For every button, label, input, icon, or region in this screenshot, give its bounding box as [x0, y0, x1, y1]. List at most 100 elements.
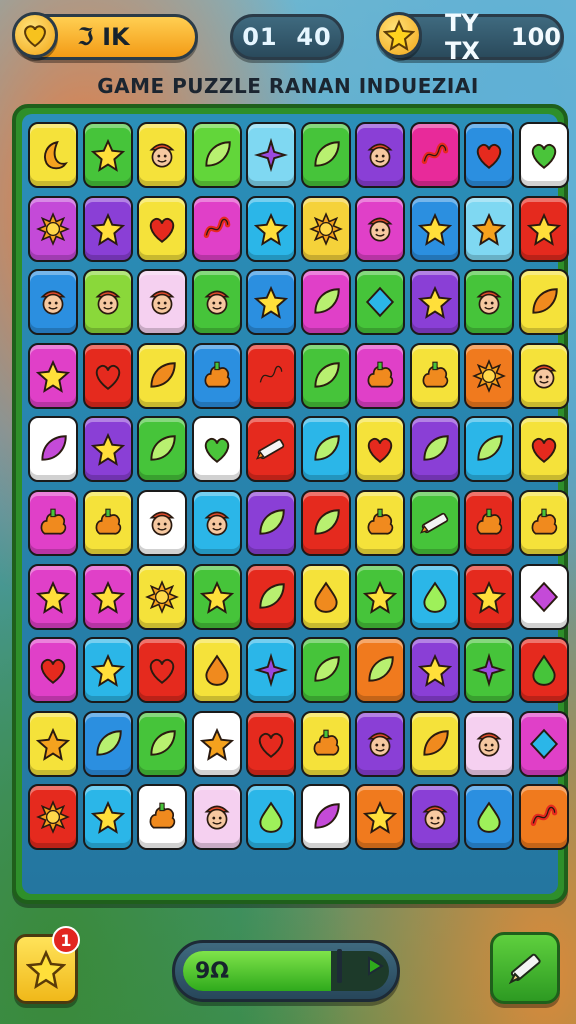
- puzzle-tile[interactable]: [191, 710, 242, 777]
- puzzle-tile[interactable]: [300, 122, 351, 188]
- puzzle-tile[interactable]: [28, 710, 78, 777]
- puzzle-tile[interactable]: [409, 784, 460, 851]
- puzzle-tile[interactable]: [518, 195, 569, 262]
- puzzle-tile[interactable]: [191, 195, 242, 262]
- puzzle-tile[interactable]: [518, 637, 569, 704]
- puzzle-tile[interactable]: [464, 710, 514, 777]
- puzzle-tile[interactable]: [191, 269, 242, 336]
- puzzle-tile[interactable]: [300, 416, 351, 483]
- puzzle-tile[interactable]: [82, 563, 133, 630]
- puzzle-tile[interactable]: [300, 784, 351, 851]
- puzzle-tile[interactable]: [355, 195, 405, 262]
- puzzle-tile[interactable]: [28, 637, 78, 704]
- puzzle-tile[interactable]: [28, 195, 78, 262]
- puzzle-tile[interactable]: [464, 490, 514, 556]
- puzzle-tile[interactable]: [464, 269, 514, 336]
- puzzle-tile[interactable]: [300, 637, 351, 704]
- puzzle-tile[interactable]: [191, 563, 242, 630]
- puzzle-tile[interactable]: [82, 342, 133, 409]
- puzzle-tile[interactable]: [246, 416, 296, 483]
- puzzle-tile[interactable]: [409, 637, 460, 704]
- puzzle-tile[interactable]: [28, 416, 78, 483]
- puzzle-tile[interactable]: [355, 710, 405, 777]
- puzzle-tile[interactable]: [409, 563, 460, 630]
- puzzle-tile[interactable]: [300, 710, 351, 777]
- puzzle-tile[interactable]: [82, 122, 133, 188]
- puzzle-tile[interactable]: [82, 195, 133, 262]
- puzzle-tile[interactable]: [137, 269, 187, 336]
- puzzle-tile[interactable]: [355, 342, 405, 409]
- puzzle-tile[interactable]: [82, 269, 133, 336]
- puzzle-tile[interactable]: [464, 342, 514, 409]
- puzzle-tile[interactable]: [137, 122, 187, 188]
- puzzle-tile[interactable]: [137, 342, 187, 409]
- puzzle-tile[interactable]: [246, 784, 296, 851]
- puzzle-tile[interactable]: [355, 416, 405, 483]
- puzzle-tile[interactable]: [137, 416, 187, 483]
- puzzle-tile[interactable]: [409, 269, 460, 336]
- puzzle-tile[interactable]: [82, 490, 133, 556]
- pencil-tool-button[interactable]: [490, 932, 560, 1004]
- puzzle-tile[interactable]: [28, 563, 78, 630]
- puzzle-tile[interactable]: [246, 710, 296, 777]
- puzzle-tile[interactable]: [191, 122, 242, 188]
- puzzle-tile[interactable]: [518, 269, 569, 336]
- puzzle-tile[interactable]: [464, 563, 514, 630]
- puzzle-tile[interactable]: [28, 122, 78, 188]
- puzzle-tile[interactable]: [82, 637, 133, 704]
- puzzle-tile[interactable]: [518, 490, 569, 556]
- puzzle-tile[interactable]: [191, 637, 242, 704]
- puzzle-tile[interactable]: [28, 342, 78, 409]
- puzzle-tile[interactable]: [137, 784, 187, 851]
- puzzle-tile[interactable]: [82, 710, 133, 777]
- puzzle-tile[interactable]: [246, 269, 296, 336]
- puzzle-tile[interactable]: [137, 490, 187, 556]
- puzzle-tile[interactable]: [355, 122, 405, 188]
- puzzle-tile[interactable]: [464, 195, 514, 262]
- puzzle-tile[interactable]: [82, 416, 133, 483]
- puzzle-tile[interactable]: [300, 342, 351, 409]
- puzzle-tile[interactable]: [409, 490, 460, 556]
- puzzle-tile[interactable]: [191, 784, 242, 851]
- puzzle-tile[interactable]: [300, 195, 351, 262]
- puzzle-tile[interactable]: [28, 269, 78, 336]
- puzzle-tile[interactable]: [82, 784, 133, 851]
- puzzle-tile[interactable]: [355, 269, 405, 336]
- puzzle-tile[interactable]: [464, 637, 514, 704]
- puzzle-tile[interactable]: [246, 195, 296, 262]
- puzzle-tile[interactable]: [409, 710, 460, 777]
- puzzle-tile[interactable]: [28, 784, 78, 851]
- puzzle-tile[interactable]: [191, 342, 242, 409]
- puzzle-tile[interactable]: [518, 416, 569, 483]
- puzzle-tile[interactable]: [137, 637, 187, 704]
- puzzle-tile[interactable]: [464, 416, 514, 483]
- puzzle-tile[interactable]: [518, 563, 569, 630]
- puzzle-tile[interactable]: [191, 416, 242, 483]
- puzzle-tile[interactable]: [137, 195, 187, 262]
- puzzle-tile[interactable]: [355, 784, 405, 851]
- puzzle-tile[interactable]: [409, 195, 460, 262]
- puzzle-tile[interactable]: [300, 269, 351, 336]
- puzzle-tile[interactable]: [409, 122, 460, 188]
- puzzle-tile[interactable]: [191, 490, 242, 556]
- puzzle-tile[interactable]: [300, 563, 351, 630]
- puzzle-tile[interactable]: [409, 342, 460, 409]
- puzzle-tile[interactable]: [518, 342, 569, 409]
- puzzle-tile[interactable]: [137, 563, 187, 630]
- puzzle-tile[interactable]: [246, 122, 296, 188]
- puzzle-tile[interactable]: [518, 122, 569, 188]
- puzzle-tile[interactable]: [355, 637, 405, 704]
- puzzle-tile[interactable]: [464, 122, 514, 188]
- puzzle-tile[interactable]: [137, 710, 187, 777]
- puzzle-tile[interactable]: [246, 342, 296, 409]
- puzzle-tile[interactable]: [409, 416, 460, 483]
- puzzle-tile[interactable]: [355, 563, 405, 630]
- puzzle-tile[interactable]: [246, 563, 296, 630]
- puzzle-tile[interactable]: [246, 637, 296, 704]
- puzzle-tile[interactable]: [246, 490, 296, 556]
- puzzle-tile[interactable]: [518, 710, 569, 777]
- puzzle-tile[interactable]: [518, 784, 569, 851]
- puzzle-tile[interactable]: [300, 490, 351, 556]
- puzzle-tile[interactable]: [464, 784, 514, 851]
- play-icon[interactable]: [357, 949, 391, 983]
